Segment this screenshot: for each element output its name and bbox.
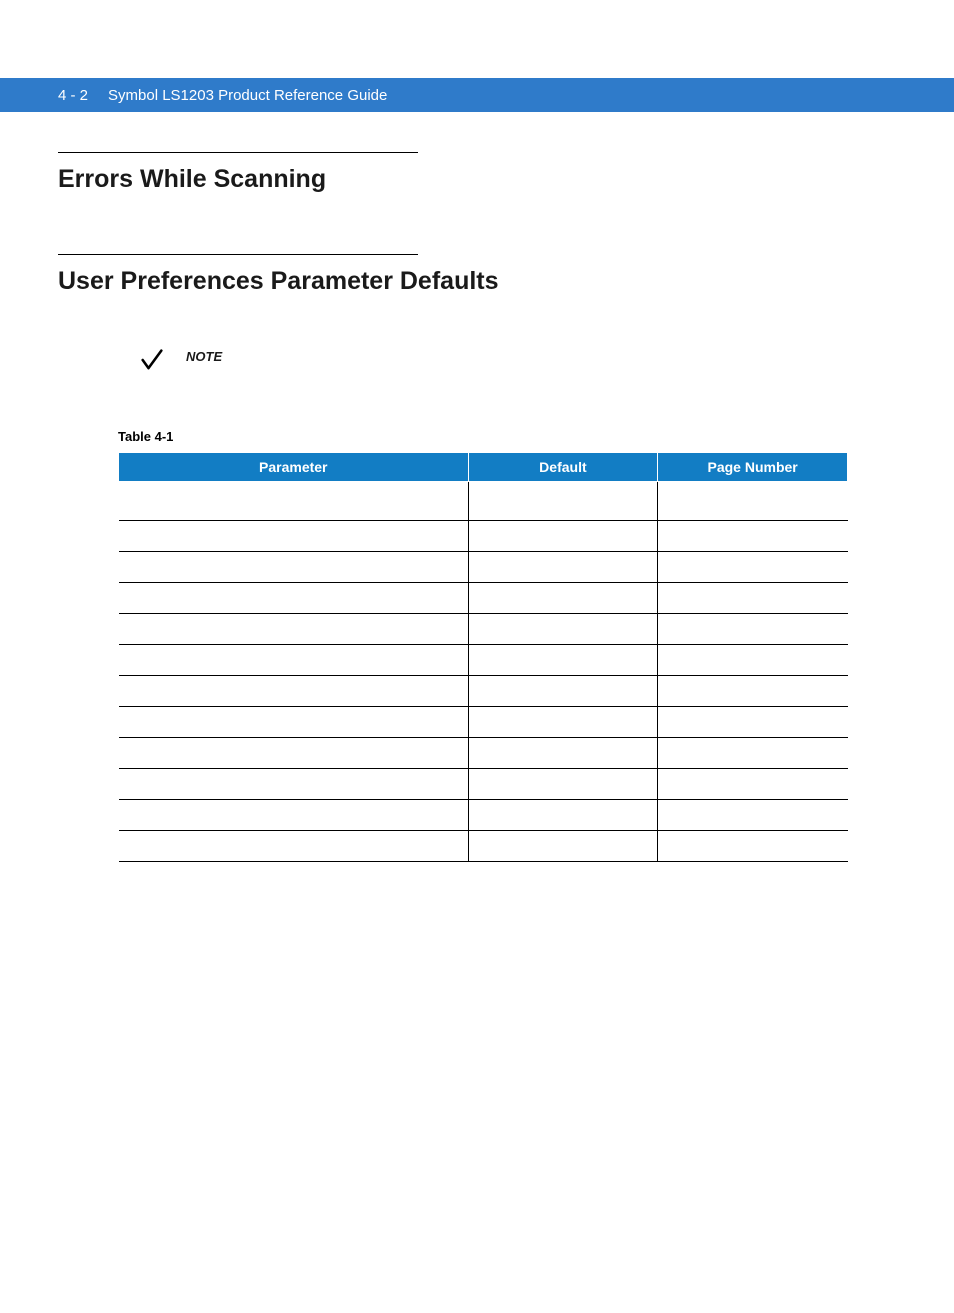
table-row — [119, 707, 848, 738]
cell-page — [658, 831, 848, 862]
cell-parameter — [119, 521, 469, 552]
table-row — [119, 583, 848, 614]
cell-page — [658, 521, 848, 552]
section-rule — [58, 152, 418, 153]
checkmark-icon — [138, 346, 166, 379]
cell-default — [468, 707, 658, 738]
cell-parameter — [119, 482, 469, 521]
cell-page — [658, 552, 848, 583]
table-row — [119, 614, 848, 645]
table-row — [119, 831, 848, 862]
cell-page — [658, 645, 848, 676]
cell-default — [468, 645, 658, 676]
heading-errors-while-scanning: Errors While Scanning — [58, 165, 896, 194]
page-number: 4 - 2 — [58, 87, 88, 104]
col-parameter: Parameter — [119, 453, 469, 482]
cell-parameter — [119, 800, 469, 831]
cell-parameter — [119, 645, 469, 676]
cell-page — [658, 614, 848, 645]
cell-parameter — [119, 614, 469, 645]
table-row — [119, 645, 848, 676]
cell-parameter — [119, 707, 469, 738]
cell-page — [658, 738, 848, 769]
cell-parameter — [119, 676, 469, 707]
header-title: Symbol LS1203 Product Reference Guide — [108, 87, 387, 104]
page-header-bar: 4 - 2 Symbol LS1203 Product Reference Gu… — [0, 78, 954, 112]
cell-default — [468, 738, 658, 769]
table-row — [119, 482, 848, 521]
page-content: Errors While Scanning User Preferences P… — [0, 112, 954, 862]
table-row — [119, 676, 848, 707]
cell-page — [658, 769, 848, 800]
col-page-number: Page Number — [658, 453, 848, 482]
col-default: Default — [468, 453, 658, 482]
cell-parameter — [119, 769, 469, 800]
cell-page — [658, 676, 848, 707]
cell-page — [658, 800, 848, 831]
table-row — [119, 521, 848, 552]
table-row — [119, 552, 848, 583]
heading-user-preferences: User Preferences Parameter Defaults — [58, 267, 896, 296]
cell-default — [468, 482, 658, 521]
table-header-row: Parameter Default Page Number — [119, 453, 848, 482]
cell-default — [468, 769, 658, 800]
cell-default — [468, 552, 658, 583]
cell-default — [468, 800, 658, 831]
cell-default — [468, 583, 658, 614]
cell-default — [468, 831, 658, 862]
cell-parameter — [119, 738, 469, 769]
cell-page — [658, 482, 848, 521]
cell-default — [468, 521, 658, 552]
cell-parameter — [119, 831, 469, 862]
parameter-table: Parameter Default Page Number — [118, 452, 848, 862]
note-block: NOTE — [138, 346, 896, 379]
cell-default — [468, 676, 658, 707]
cell-default — [468, 614, 658, 645]
table-row — [119, 738, 848, 769]
table-row — [119, 800, 848, 831]
table-row — [119, 769, 848, 800]
cell-page — [658, 707, 848, 738]
cell-parameter — [119, 552, 469, 583]
section-rule — [58, 254, 418, 255]
cell-page — [658, 583, 848, 614]
cell-parameter — [119, 583, 469, 614]
note-label: NOTE — [186, 349, 222, 364]
table-caption: Table 4-1 — [118, 429, 896, 444]
